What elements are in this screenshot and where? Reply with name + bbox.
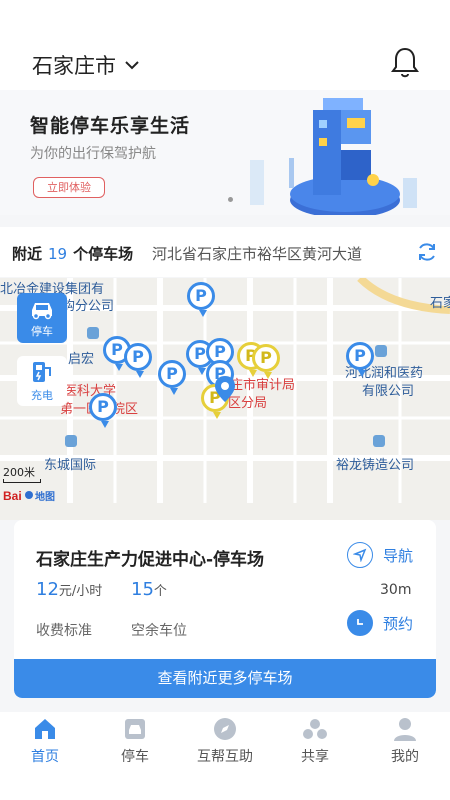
- map-view[interactable]: 北冶金建设集团有 钩分公司 石家 启宏 医科大学 第一医院 院区 庄市审计局 区…: [0, 278, 450, 520]
- baidu-logo-mark: Bai 地图: [3, 489, 55, 503]
- nearby-prefix: 附近: [12, 245, 43, 263]
- parking-pin[interactable]: P: [158, 360, 186, 395]
- navigation-arrow-icon: [347, 542, 373, 568]
- free-spaces-value: 15个: [131, 579, 167, 600]
- app-screen: 石家庄市 智能停车乐享生活 为你的出行保驾护航 立即体验 附近 19 个停车场 …: [0, 0, 450, 800]
- spaces-label: 空余车位: [131, 623, 187, 639]
- nearby-bar: 附近 19 个停车场 河北省石家庄市裕华区黄河大道: [0, 227, 450, 277]
- bell-icon[interactable]: [390, 45, 420, 79]
- top-header: 石家庄市: [0, 0, 450, 90]
- building-icon: [373, 435, 385, 447]
- navigate-button[interactable]: 导航: [347, 542, 413, 568]
- charging-filter-button[interactable]: 充电: [17, 356, 67, 406]
- map-label: 石家: [430, 296, 450, 311]
- promo-banner[interactable]: 智能停车乐享生活 为你的出行保驾护航 立即体验: [0, 90, 450, 215]
- parking-pin[interactable]: P: [124, 343, 152, 378]
- nearby-summary: 附近 19 个停车场: [12, 243, 133, 264]
- svg-text:Bai: Bai: [3, 489, 22, 502]
- charging-filter-label: 充电: [31, 389, 53, 402]
- spaces-number: 15: [131, 579, 154, 600]
- tab-mutual-help-label: 互帮互助: [197, 749, 253, 765]
- parking-detail-card[interactable]: 石家庄生产力促进中心-停车场 12元/小时 15个 30m 收费标准 空余车位 …: [14, 520, 436, 698]
- tab-parking-label: 停车: [121, 749, 149, 765]
- parking-pin[interactable]: P: [89, 393, 117, 428]
- price-value: 12元/小时: [36, 579, 102, 600]
- parking-filter-label: 停车: [31, 325, 53, 338]
- compass-icon: [214, 718, 236, 740]
- spaces-unit: 个: [153, 584, 167, 599]
- try-now-button[interactable]: 立即体验: [33, 177, 105, 198]
- navigate-label: 导航: [383, 546, 414, 565]
- clock-icon: [347, 610, 373, 636]
- car-icon: [32, 303, 52, 320]
- charger-icon: [33, 362, 51, 382]
- car-icon: [125, 719, 145, 739]
- tab-mutual-help[interactable]: 互帮互助: [180, 712, 270, 800]
- current-location-icon: [215, 376, 235, 402]
- bottom-tab-bar: 首页 停车 互帮互助 共享 我的: [0, 712, 450, 800]
- price-unit: 元/小时: [58, 584, 103, 599]
- map-label: 裕龙铸造公司: [336, 458, 415, 473]
- tab-home[interactable]: 首页: [0, 712, 90, 800]
- parking-lot-name: 石家庄生产力促进中心-停车场: [36, 550, 265, 570]
- carousel-indicator: [228, 197, 233, 202]
- distance-value: 30m: [380, 582, 412, 598]
- price-label: 收费标准: [36, 623, 92, 639]
- tab-profile-label: 我的: [391, 749, 419, 765]
- tab-share[interactable]: 共享: [270, 712, 360, 800]
- tab-profile[interactable]: 我的: [360, 712, 450, 800]
- map-label: 庄市审计局: [230, 378, 296, 393]
- price-number: 12: [36, 579, 59, 600]
- tab-share-label: 共享: [301, 749, 329, 765]
- current-address: 河北省石家庄市裕华区黄河大道: [152, 245, 363, 263]
- map-scale-label: 200米: [3, 466, 35, 479]
- city-selector[interactable]: 石家庄市: [32, 50, 140, 80]
- chevron-down-icon: [125, 61, 139, 70]
- parking-filter-button[interactable]: 停车: [17, 293, 67, 343]
- building-icon: [87, 327, 99, 339]
- share-icon: [303, 719, 327, 739]
- tab-parking[interactable]: 停车: [90, 712, 180, 800]
- view-more-parking-button[interactable]: 查看附近更多停车场: [14, 659, 436, 698]
- city-name: 石家庄市: [32, 54, 116, 78]
- banner-subtitle: 为你的出行保驾护航: [30, 146, 156, 162]
- person-icon: [394, 718, 416, 741]
- parking-pin[interactable]: P: [346, 342, 374, 377]
- building-icon: [375, 345, 387, 357]
- home-icon: [35, 719, 55, 739]
- reserve-label: 预约: [383, 614, 414, 633]
- refresh-icon[interactable]: [416, 241, 438, 263]
- map-label: 钩分公司: [62, 299, 115, 314]
- baidu-map-logo: Bai 地图: [3, 488, 67, 505]
- map-label: 启宏: [68, 352, 95, 367]
- parking-illustration: [250, 98, 417, 215]
- nearby-count: 19: [48, 245, 68, 263]
- building-icon: [65, 435, 77, 447]
- parking-pin[interactable]: P: [187, 282, 215, 317]
- tab-home-label: 首页: [31, 749, 59, 765]
- svg-text:地图: 地图: [35, 490, 55, 502]
- reserve-button[interactable]: 预约: [347, 610, 413, 636]
- map-label: 有限公司: [362, 384, 415, 399]
- map-label: 东城国际: [44, 458, 97, 473]
- nearby-suffix: 个停车场: [73, 245, 134, 263]
- banner-title: 智能停车乐享生活: [30, 115, 191, 137]
- parking-pin[interactable]: P: [252, 344, 280, 379]
- map-scale-bar: [3, 479, 41, 483]
